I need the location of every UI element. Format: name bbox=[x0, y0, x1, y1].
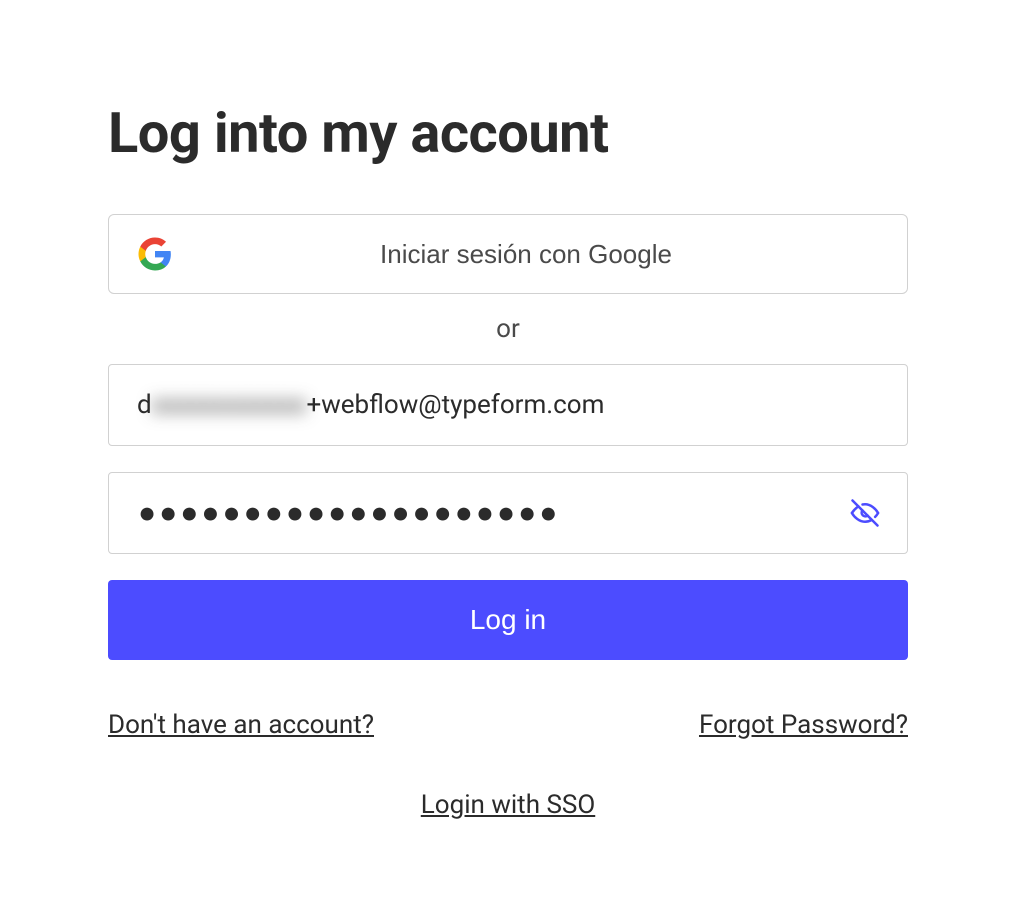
sso-row: Login with SSO bbox=[108, 790, 908, 820]
links-row: Don't have an account? Forgot Password? bbox=[108, 710, 908, 740]
divider-text: or bbox=[108, 314, 908, 344]
password-wrapper: ●●●●●●●●●●●●●●●●●●●● bbox=[108, 472, 908, 554]
google-signin-button[interactable]: Iniciar sesión con Google bbox=[108, 214, 908, 294]
google-signin-label: Iniciar sesión con Google bbox=[173, 239, 879, 270]
email-suffix: +webflow@typeform.com bbox=[306, 390, 604, 420]
toggle-password-visibility-icon[interactable] bbox=[850, 498, 880, 528]
email-blurred-portion: xxxxxxxxxxxx bbox=[152, 390, 307, 420]
login-form-container: Log into my account Iniciar sesión con G… bbox=[108, 100, 908, 820]
sso-login-link[interactable]: Login with SSO bbox=[421, 790, 595, 820]
forgot-password-link[interactable]: Forgot Password? bbox=[699, 710, 908, 740]
email-field[interactable]: dxxxxxxxxxxxx+webflow@typeform.com bbox=[108, 364, 908, 446]
login-button[interactable]: Log in bbox=[108, 580, 908, 660]
google-icon bbox=[137, 236, 173, 272]
signup-link[interactable]: Don't have an account? bbox=[108, 710, 374, 740]
email-prefix: d bbox=[137, 390, 152, 420]
page-title: Log into my account bbox=[108, 100, 908, 166]
password-field[interactable] bbox=[108, 472, 908, 554]
